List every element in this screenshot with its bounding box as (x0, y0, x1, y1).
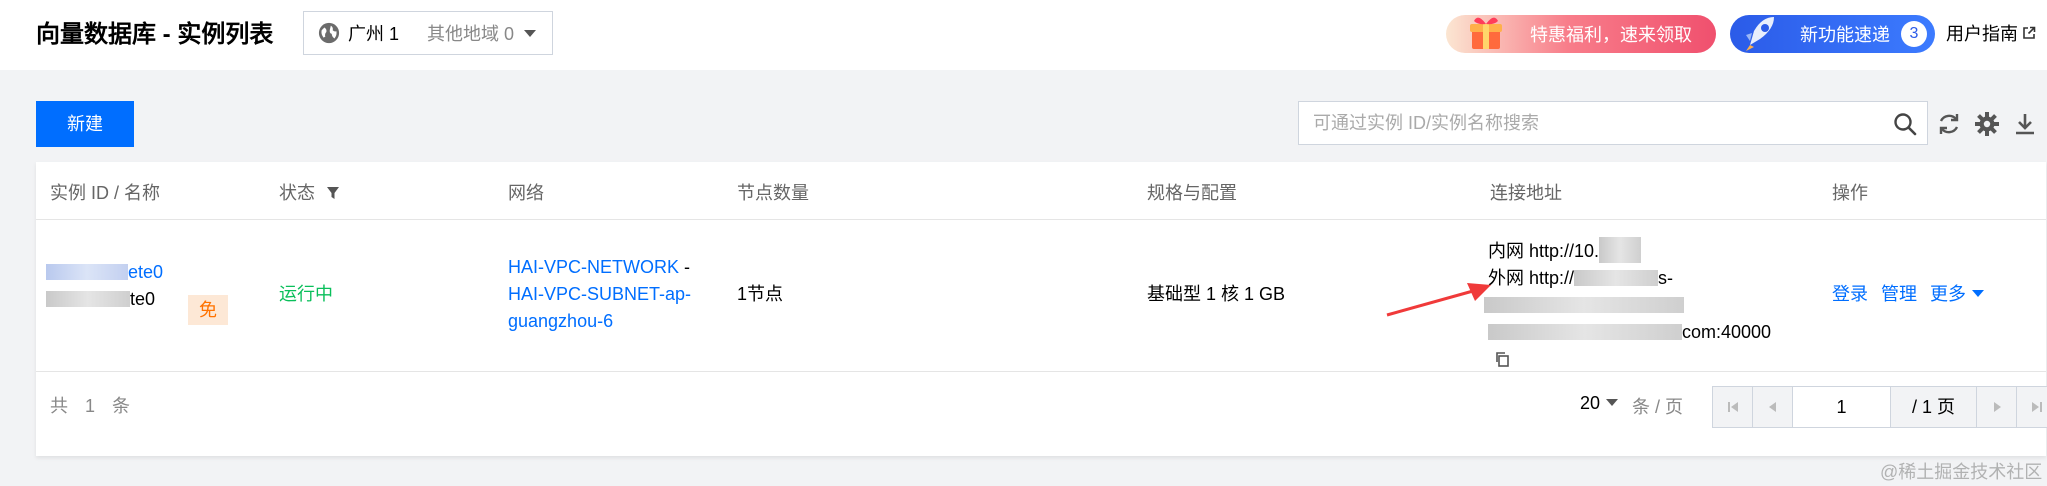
first-page-button[interactable] (1713, 387, 1753, 427)
vpc-link[interactable]: HAI-VPC-NETWORK (508, 257, 679, 277)
connection-address: 内网 http://10. 外网 http:// s- com:40000 (1484, 237, 1788, 373)
column-address: 连接地址 (1490, 183, 1562, 203)
page-size-value: 20 (1580, 393, 1601, 413)
new-feature-count-badge: 3 (1901, 21, 1927, 47)
chevron-down-icon (524, 29, 537, 37)
chevron-down-icon (1606, 399, 1619, 406)
outer-address-port: com:40000 (1488, 319, 1788, 373)
region-current: 广州 1 (348, 24, 400, 44)
globe-icon (318, 22, 340, 44)
redacted-inner (1599, 237, 1642, 263)
promo-banner[interactable]: 特惠福利，速来领取 (1446, 15, 1716, 53)
manage-link[interactable]: 管理 (1881, 284, 1917, 304)
region-other: 其他地域 0 (427, 24, 515, 44)
search-box (1298, 101, 1928, 145)
first-page-icon (1727, 402, 1738, 412)
prev-page-icon (1768, 402, 1776, 412)
spec-config: 基础型 1 核 1 GB (1147, 284, 1286, 304)
annotation-arrow-icon (1386, 283, 1491, 317)
pagination: / 1 页 (1712, 386, 2047, 428)
instance-id-name: ete0 te0 (46, 259, 163, 313)
per-page-label: 条 / 页 (1632, 397, 1684, 417)
top-header: 向量数据库 - 实例列表 广州 1 其他地域 0 特惠福利，速来领取 新功能速递… (0, 0, 2047, 70)
rocket-icon (1746, 17, 1774, 51)
redacted-outer-2 (1484, 297, 1684, 313)
watermark: @稀土掘金技术社区 (1880, 462, 2043, 482)
inner-address-prefix: 内网 http://10. (1488, 241, 1600, 261)
copy-icon[interactable] (1494, 351, 1510, 367)
next-page-icon (1993, 402, 2001, 412)
login-link[interactable]: 登录 (1832, 284, 1868, 304)
outer-address-prefix: 外网 http:// (1488, 268, 1575, 288)
user-guide-link[interactable]: 用户指南 (1946, 20, 2036, 46)
next-page-button[interactable] (1977, 387, 2017, 427)
download-icon[interactable] (2012, 111, 2038, 137)
redacted-outer-3 (1488, 324, 1682, 340)
column-spec: 规格与配置 (1147, 183, 1237, 203)
gift-icon (1470, 17, 1502, 49)
prev-page-button[interactable] (1753, 387, 1793, 427)
instance-id-link[interactable]: ete0 (46, 259, 163, 286)
column-status: 状态 (279, 179, 340, 205)
row-actions: 登录 管理 更多 (1832, 281, 1985, 308)
new-instance-button[interactable]: 新建 (36, 101, 134, 147)
outer-address-mid: s- (1658, 268, 1674, 288)
column-status-label: 状态 (279, 183, 315, 203)
outer-address-cont (1484, 292, 1788, 319)
external-link-icon (2023, 26, 2036, 39)
user-guide-label: 用户指南 (1946, 24, 2018, 44)
instance-id-suffix: ete0 (128, 262, 164, 282)
refresh-icon[interactable] (1936, 111, 1962, 137)
instance-table: 实例 ID / 名称 状态 网络 节点数量 规格与配置 连接地址 操作 ete0… (36, 162, 2047, 456)
filter-icon[interactable] (326, 186, 340, 200)
network-cell: HAI-VPC-NETWORK - HAI-VPC-SUBNET-ap- gua… (508, 254, 708, 335)
page-size-select[interactable]: 20 (1580, 393, 1619, 414)
column-id-name: 实例 ID / 名称 (50, 183, 161, 203)
region-selector[interactable]: 广州 1 其他地域 0 (303, 11, 553, 55)
promo-label: 特惠福利，速来领取 (1530, 25, 1692, 45)
search-input[interactable] (1299, 102, 1927, 144)
column-actions: 操作 (1832, 183, 1868, 203)
total-count: 共 1 条 (50, 396, 137, 416)
search-icon[interactable] (1893, 112, 1917, 136)
page-total: / 1 页 (1891, 387, 1977, 427)
network-separator: - (679, 257, 690, 277)
last-page-button[interactable] (2017, 387, 2047, 427)
more-dropdown[interactable]: 更多 (1930, 284, 1985, 304)
redacted-id (46, 264, 128, 280)
instance-name-suffix: te0 (130, 289, 156, 309)
new-feature-button[interactable]: 新功能速递 3 (1730, 15, 1935, 53)
column-network: 网络 (508, 183, 544, 203)
inner-address: 内网 http://10. (1488, 237, 1788, 265)
address-port-suffix: com:40000 (1682, 322, 1772, 342)
node-count: 1节点 (737, 284, 784, 304)
chevron-down-icon (1972, 290, 1985, 297)
table-row: ete0 te0 免 运行中 HAI-VPC-NETWORK - HAI-VPC… (36, 220, 2046, 372)
page-title: 向量数据库 - 实例列表 (36, 21, 274, 48)
free-tag: 免 (188, 295, 228, 325)
redacted-outer (1574, 270, 1659, 286)
subnet-link-line1[interactable]: HAI-VPC-SUBNET-ap- (508, 281, 708, 308)
redacted-name (46, 291, 130, 307)
column-nodes: 节点数量 (737, 183, 809, 203)
table-header: 实例 ID / 名称 状态 网络 节点数量 规格与配置 连接地址 操作 (36, 162, 2046, 220)
instance-name: te0 (46, 286, 163, 313)
gear-icon[interactable] (1974, 111, 2000, 137)
subnet-link-line2[interactable]: guangzhou-6 (508, 308, 708, 335)
outer-address: 外网 http:// s- (1488, 265, 1788, 292)
last-page-icon (2032, 402, 2042, 412)
status-text: 运行中 (279, 284, 333, 304)
more-label: 更多 (1930, 284, 1967, 304)
new-feature-label: 新功能速递 (1800, 25, 1890, 45)
page-number-input[interactable] (1793, 387, 1891, 427)
